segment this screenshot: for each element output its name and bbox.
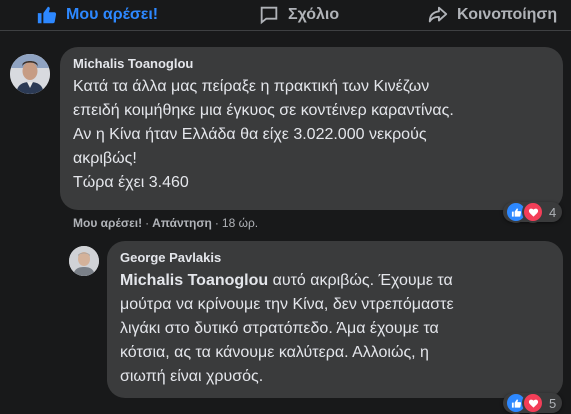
reaction-count: 4 (549, 204, 557, 220)
meta-separator: · (145, 216, 150, 230)
comment-button-label: Σχόλιο (288, 6, 340, 23)
share-button-label: Κοινοποίηση (457, 6, 558, 23)
comment-text: Κατά τα άλλα μας πείραξε η πρακτική των … (73, 78, 454, 191)
reply-mention[interactable]: Michalis Toanoglou (120, 272, 268, 289)
like-button-label: Μου αρέσει! (66, 6, 159, 23)
share-button[interactable]: Κοινοποίηση (427, 0, 557, 30)
post-action-bar: Μου αρέσει! Σχόλιο Κοινοποίηση (0, 0, 571, 31)
reply-bubble: George Pavlakis Michalis Toanoglou αυτό … (107, 241, 563, 398)
avatar[interactable] (69, 246, 99, 276)
comment-reply-link[interactable]: Απάντηση (152, 216, 212, 230)
share-icon (427, 4, 449, 26)
comment-like-link[interactable]: Μου αρέσει! (73, 216, 142, 230)
like-button[interactable]: Μου αρέσει! (36, 0, 158, 30)
comment-meta: Μου αρέσει! · Απάντηση · 18 ώρ. (73, 216, 258, 230)
reply-text: Michalis Toanoglou αυτό ακριβώς. Έχουμε … (120, 269, 551, 389)
comment-icon (258, 4, 280, 26)
avatar[interactable] (10, 54, 50, 94)
comment-button[interactable]: Σχόλιο (258, 0, 339, 30)
comment-bubble: Michalis Toanoglou Κατά τα άλλα μας πείρ… (60, 47, 563, 210)
meta-separator: · (214, 216, 219, 230)
reaction-summary[interactable]: 5 (503, 392, 563, 414)
reaction-summary[interactable]: 4 (503, 201, 563, 223)
love-reaction-icon (522, 201, 544, 223)
comment-author[interactable]: Michalis Toanoglou (73, 56, 551, 72)
reply-author[interactable]: George Pavlakis (120, 250, 551, 266)
comment-timestamp[interactable]: 18 ώρ. (222, 216, 258, 230)
thumbs-up-icon (36, 4, 58, 26)
reaction-count: 5 (549, 395, 557, 411)
